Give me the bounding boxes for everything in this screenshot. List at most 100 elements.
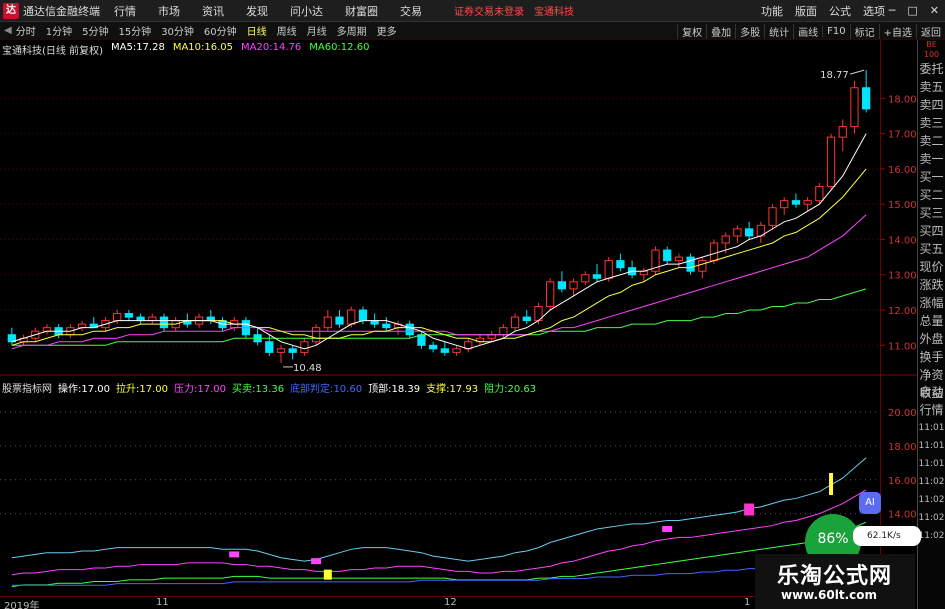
side-item[interactable]: 涨跌 xyxy=(918,276,945,294)
high-price-label: 18.77 xyxy=(820,70,849,81)
indicator-tick-label: 14.00 xyxy=(888,510,917,521)
side-small-0: BE xyxy=(926,40,937,49)
date-label: 2019年 xyxy=(4,601,40,609)
candle-body xyxy=(850,87,859,128)
candle-body xyxy=(159,316,169,329)
price-tick-label: 14.00 xyxy=(888,235,917,246)
side-lower-item: 11:01 xyxy=(918,423,945,433)
side-lower-item[interactable]: 行情 xyxy=(918,401,945,419)
candle-body xyxy=(546,281,555,307)
candle-body xyxy=(429,344,438,350)
signal-marker xyxy=(323,569,332,580)
side-lower-item: 11:01 xyxy=(918,441,945,451)
candle-body xyxy=(265,341,274,353)
watermark-url: www.60lt.com xyxy=(781,588,878,602)
candle-body xyxy=(862,87,871,110)
candle-body xyxy=(815,186,824,202)
date-label: 1 xyxy=(744,597,751,608)
indicator-top-line xyxy=(11,457,867,562)
ai-button[interactable]: AI xyxy=(859,492,881,514)
candle-body xyxy=(440,348,449,353)
indicator-bottom-line xyxy=(11,558,867,586)
side-item[interactable]: 换手 xyxy=(918,348,945,366)
side-item[interactable]: 外盘 xyxy=(918,330,945,348)
side-item[interactable]: 卖四 xyxy=(918,96,945,114)
side-item[interactable]: 现价 xyxy=(918,258,945,276)
watermark-title: 乐淘公式网 xyxy=(777,564,893,589)
kline-chart[interactable]: 18.00 17.00 16.00 15.00 14.00 13.00 12.00 11.00… xyxy=(0,0,917,596)
side-lower-item: 11:02 xyxy=(918,513,945,523)
network-speed: 62.1K/s xyxy=(853,526,921,546)
candle-body xyxy=(148,316,157,322)
ma5-line xyxy=(11,133,867,350)
candle-body xyxy=(113,313,122,322)
candle-body xyxy=(124,313,134,318)
low-price-label: 10.48 xyxy=(293,363,322,374)
indicator-tick-label: 20.00 xyxy=(888,408,917,419)
signal-marker xyxy=(229,551,240,558)
candle-body xyxy=(510,316,520,329)
indicator-tick-label: 18.00 xyxy=(888,442,917,453)
candle-body xyxy=(335,316,344,325)
candle-body xyxy=(744,228,754,237)
side-item[interactable]: 委托 xyxy=(918,60,945,78)
candle-body xyxy=(768,207,777,226)
candle-body xyxy=(77,323,87,329)
candle-body xyxy=(780,200,789,209)
candle-body xyxy=(206,316,215,322)
date-label: 12 xyxy=(444,597,457,608)
candle-body xyxy=(569,281,578,290)
side-lower-item[interactable]: 自动 xyxy=(918,383,945,401)
side-item[interactable]: 涨幅 xyxy=(918,294,945,312)
side-item[interactable]: 买四 xyxy=(918,222,945,240)
side-item[interactable]: 买五 xyxy=(918,240,945,258)
side-item[interactable]: 卖二 xyxy=(918,132,945,150)
side-item[interactable]: 买一 xyxy=(918,168,945,186)
candle-body xyxy=(674,256,684,262)
side-lower-item: 11:02 xyxy=(918,477,945,487)
indicator-pressure-line xyxy=(11,489,867,576)
side-item[interactable]: 总量 xyxy=(918,312,945,330)
indicator-buy-line xyxy=(11,521,867,588)
candle-body xyxy=(733,228,742,237)
candle-body xyxy=(616,260,625,269)
candle-body xyxy=(405,323,414,336)
side-small-1: 100 xyxy=(923,50,940,59)
candle-body xyxy=(639,270,648,276)
candle-body xyxy=(592,274,602,279)
close-icon[interactable]: ✕ xyxy=(930,4,939,17)
side-item[interactable]: 卖三 xyxy=(918,114,945,132)
candle-body xyxy=(382,323,391,329)
price-tick-label: 15.00 xyxy=(888,200,917,211)
candle-body xyxy=(42,327,52,332)
candle-body xyxy=(604,260,613,279)
date-axis: 2019年 11 12 1 xyxy=(0,596,880,609)
price-tick-label: 13.00 xyxy=(888,271,917,282)
candle-body xyxy=(276,348,286,353)
price-tick-label: 12.00 xyxy=(888,306,917,317)
signal-marker xyxy=(744,503,755,516)
candle-body xyxy=(721,235,730,244)
candle-body xyxy=(557,281,567,290)
price-tick-label: 16.00 xyxy=(888,165,917,176)
side-item[interactable]: 卖五 xyxy=(918,78,945,96)
candle-body xyxy=(803,200,812,205)
side-item[interactable]: 净资 xyxy=(918,366,945,384)
indicator-tick-label: 16.00 xyxy=(888,476,917,487)
candle-body xyxy=(581,274,590,283)
price-tick-label: 17.00 xyxy=(888,130,917,141)
candle-body xyxy=(311,327,321,343)
candle-body xyxy=(663,249,672,262)
candle-body xyxy=(686,256,695,272)
side-item[interactable]: 买二 xyxy=(918,186,945,204)
candle-body xyxy=(838,126,847,138)
price-tick-label: 11.00 xyxy=(888,341,917,352)
side-lower-item: 11:02 xyxy=(918,531,945,541)
side-item[interactable]: 买三 xyxy=(918,204,945,222)
candle-body xyxy=(522,316,531,322)
side-item[interactable]: 卖一 xyxy=(918,150,945,168)
candle-body xyxy=(358,309,368,322)
side-lower-item: 11:01 xyxy=(918,459,945,469)
tool-fanhui[interactable]: 返回 xyxy=(916,23,945,39)
candle-body xyxy=(417,334,426,346)
